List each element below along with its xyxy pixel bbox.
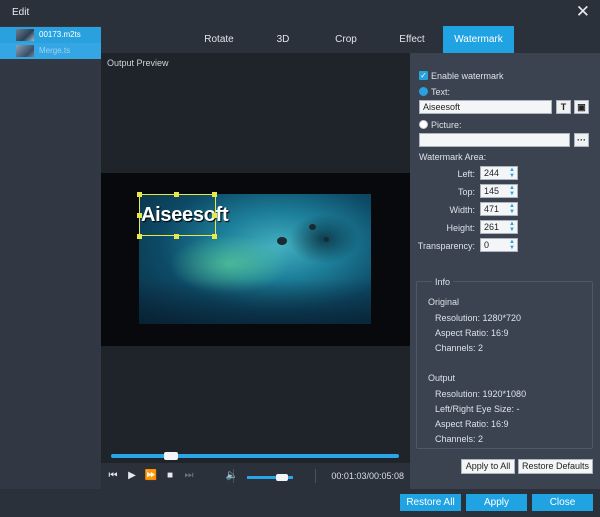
text-font-button[interactable]: T: [556, 100, 571, 114]
left-label: Left:: [457, 169, 475, 179]
volume-handle[interactable]: [275, 474, 288, 481]
resize-handle[interactable]: [174, 234, 179, 239]
left-value: 244: [484, 168, 500, 178]
output-label: Output: [428, 373, 456, 383]
tab-rotate[interactable]: Rotate: [183, 26, 255, 53]
output-channels: Channels: 2: [435, 434, 484, 444]
close-icon[interactable]: ✕: [576, 3, 590, 21]
video-area: Aiseesoft: [101, 173, 410, 346]
resize-handle[interactable]: [212, 213, 217, 218]
text-color-button[interactable]: ▣: [574, 100, 589, 114]
restore-all-button[interactable]: Restore All: [400, 494, 461, 511]
output-eye-size: Left/Right Eye Size: -: [435, 404, 520, 414]
file-name: 00173.m2ts: [39, 30, 81, 39]
spin-arrows-icon[interactable]: ▲ ▼: [509, 221, 515, 233]
original-resolution: Resolution: 1280*720: [435, 313, 522, 323]
tab-effect[interactable]: Effect: [381, 26, 443, 53]
top-value: 145: [484, 186, 500, 196]
output-preview: Output Preview Aiseesoft ⏮ ▶ ⏩ ■ ⏭ 🔈 00:…: [101, 53, 410, 489]
time-readout: 00:01:03/00:05:08: [331, 471, 404, 481]
video-thumbnail: [16, 29, 34, 41]
file-list: 00173.m2ts Merge.ts: [0, 26, 101, 489]
watermark-text-field[interactable]: Aiseesoft: [419, 100, 552, 114]
transparency-label: Transparency:: [417, 241, 475, 251]
file-item-merge[interactable]: Merge.ts: [0, 43, 101, 59]
resize-handle[interactable]: [137, 234, 142, 239]
browse-picture-button[interactable]: ···: [574, 133, 589, 147]
tab-watermark[interactable]: Watermark: [443, 26, 514, 53]
text-radio-label: Text:: [431, 87, 451, 97]
preview-label: Output Preview: [107, 58, 169, 68]
original-label: Original: [428, 297, 460, 307]
top-label: Top:: [457, 187, 475, 197]
video-frame: Aiseesoft: [139, 194, 371, 324]
height-spinbox[interactable]: 261 ▲ ▼: [480, 220, 518, 234]
width-spinbox[interactable]: 471 ▲ ▼: [480, 202, 518, 216]
watermark-selection-box[interactable]: Aiseesoft: [139, 194, 229, 236]
text-radio[interactable]: [419, 87, 428, 96]
watermark-area-label: Watermark Area:: [419, 152, 487, 162]
width-label: Width:: [449, 205, 475, 215]
file-name: Merge.ts: [39, 46, 71, 55]
resize-handle[interactable]: [212, 234, 217, 239]
height-value: 261: [484, 222, 500, 232]
restore-defaults-button[interactable]: Restore Defaults: [518, 459, 593, 474]
enable-watermark-label: Enable watermark: [431, 71, 504, 81]
left-spinbox[interactable]: 244 ▲ ▼: [480, 166, 518, 180]
seek-bar[interactable]: [111, 454, 399, 458]
video-shadow: [139, 279, 371, 324]
picture-path-field[interactable]: [419, 133, 570, 147]
volume-icon[interactable]: 🔈: [225, 469, 239, 483]
divider: [315, 469, 316, 483]
video-rock: [309, 224, 316, 230]
video-rock: [277, 237, 287, 245]
file-item-00173[interactable]: 00173.m2ts: [0, 27, 101, 43]
resize-handle[interactable]: [174, 192, 179, 197]
footer: Restore All Apply Close: [0, 489, 600, 517]
video-thumbnail: [16, 45, 34, 57]
original-aspect-ratio: Aspect Ratio: 16:9: [435, 328, 509, 338]
fast-forward-icon[interactable]: ⏩: [144, 469, 158, 483]
skip-forward-icon[interactable]: ⏭: [182, 469, 196, 483]
tab-crop[interactable]: Crop: [311, 26, 381, 53]
edit-window: Edit ✕ 00173.m2ts Merge.ts Rotate 3D Cro…: [0, 0, 600, 517]
window-title: Edit: [12, 7, 30, 18]
title-bar: Edit ✕: [0, 0, 600, 26]
transparency-value: 0: [484, 240, 490, 250]
width-value: 471: [484, 204, 500, 214]
tab-bar: Rotate 3D Crop Effect Watermark: [101, 26, 600, 53]
playback-controls: ⏮ ▶ ⏩ ■ ⏭ 🔈 00:01:03/00:05:08: [101, 463, 410, 489]
close-button[interactable]: Close: [532, 494, 593, 511]
info-title: Info: [432, 277, 454, 287]
resize-handle[interactable]: [212, 192, 217, 197]
stop-icon[interactable]: ■: [163, 469, 177, 483]
top-spinbox[interactable]: 145 ▲ ▼: [480, 184, 518, 198]
spin-arrows-icon[interactable]: ▲ ▼: [509, 185, 515, 197]
picture-radio[interactable]: [419, 120, 428, 129]
original-channels: Channels: 2: [435, 343, 484, 353]
spin-arrows-icon[interactable]: ▲ ▼: [509, 167, 515, 179]
resize-handle[interactable]: [137, 192, 142, 197]
apply-to-all-button[interactable]: Apply to All: [461, 459, 515, 474]
play-icon[interactable]: ▶: [125, 469, 139, 483]
resize-handle[interactable]: [137, 213, 142, 218]
tab-3d[interactable]: 3D: [255, 26, 311, 53]
height-label: Height:: [446, 223, 475, 233]
output-resolution: Resolution: 1920*1080: [435, 389, 527, 399]
output-aspect-ratio: Aspect Ratio: 16:9: [435, 419, 509, 429]
transparency-spinbox[interactable]: 0 ▲ ▼: [480, 238, 518, 252]
video-rock: [324, 237, 329, 242]
skip-back-icon[interactable]: ⏮: [106, 469, 120, 483]
spin-arrows-icon[interactable]: ▲ ▼: [509, 203, 515, 215]
spin-arrows-icon[interactable]: ▲ ▼: [509, 239, 515, 251]
seek-handle[interactable]: [164, 452, 179, 460]
picture-radio-label: Picture:: [431, 120, 462, 130]
apply-button[interactable]: Apply: [466, 494, 527, 511]
enable-watermark-checkbox[interactable]: ✓: [419, 71, 428, 80]
